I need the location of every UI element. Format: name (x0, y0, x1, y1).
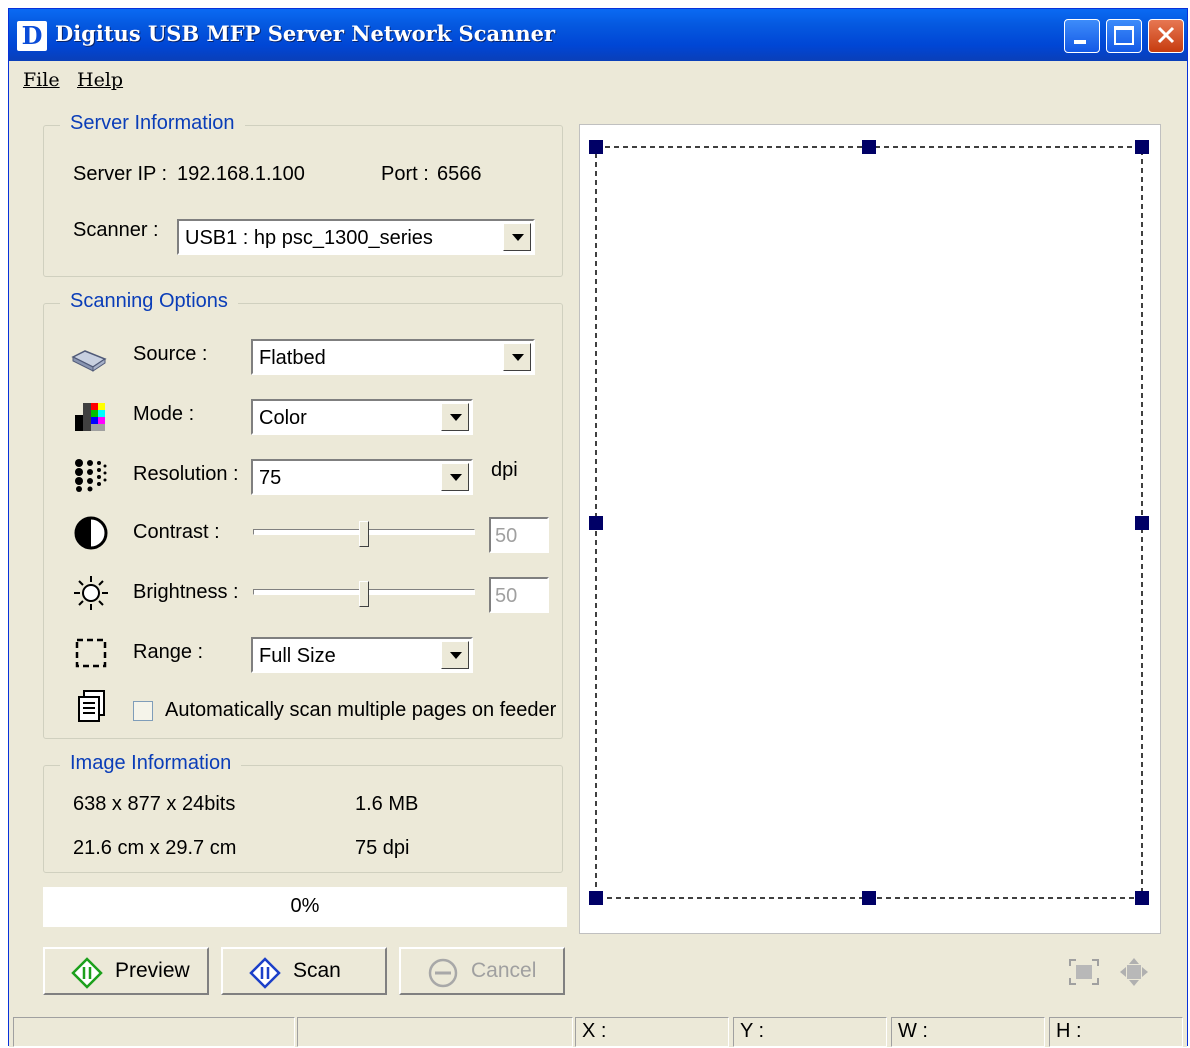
resize-handle[interactable] (1135, 140, 1149, 154)
range-select-value: Full Size (259, 645, 336, 667)
resolution-icon (75, 459, 107, 492)
preview-icon (71, 957, 103, 989)
resize-handle[interactable] (1135, 516, 1149, 530)
image-pixels: 638 x 877 x 24bits (73, 793, 236, 815)
source-select[interactable]: Flatbed (251, 339, 535, 375)
resize-handle[interactable] (589, 891, 603, 905)
status-x: X : (575, 1017, 729, 1047)
scan-button[interactable]: Scan (221, 947, 387, 995)
cancel-button[interactable]: Cancel (399, 947, 565, 995)
close-button[interactable] (1148, 19, 1184, 53)
multi-page-icon (78, 690, 105, 722)
contrast-slider-thumb[interactable] (359, 521, 369, 547)
window-title: Digitus USB MFP Server Network Scanner (55, 21, 556, 46)
server-ip-label: Server IP : (73, 163, 168, 185)
menu-help[interactable]: Help (77, 69, 123, 91)
scanner-select[interactable]: USB1 : hp psc_1300_series (177, 219, 535, 255)
brightness-icon (74, 576, 108, 610)
menu-file[interactable]: File (23, 69, 60, 91)
fit-selection-icon[interactable] (1069, 959, 1099, 985)
resize-handle[interactable] (589, 140, 603, 154)
scan-progress-bar: 0% (43, 887, 567, 927)
range-label: Range : (133, 641, 204, 663)
resize-handle[interactable] (589, 516, 603, 530)
selection-frame[interactable] (580, 125, 1160, 933)
color-mode-icon (75, 403, 105, 431)
status-y: Y : (733, 1017, 887, 1047)
chevron-down-icon[interactable] (503, 343, 531, 371)
server-information-title: Server Information (60, 112, 245, 135)
range-select[interactable]: Full Size (251, 637, 473, 673)
scanner-select-value: USB1 : hp psc_1300_series (185, 227, 433, 249)
status-cell-2 (297, 1017, 573, 1047)
mode-select-value: Color (259, 407, 307, 429)
maximize-button[interactable] (1106, 19, 1142, 53)
image-file-size: 1.6 MB (355, 793, 419, 815)
brightness-slider-thumb[interactable] (359, 581, 369, 607)
chevron-down-icon[interactable] (441, 403, 469, 431)
scan-progress-text: 0% (290, 895, 320, 917)
resize-handle[interactable] (862, 891, 876, 905)
server-ip-value: 192.168.1.100 (177, 163, 305, 185)
scanner-label: Scanner : (73, 219, 159, 241)
range-icon (75, 638, 107, 668)
contrast-icon (74, 516, 108, 550)
mode-label: Mode : (133, 403, 195, 425)
scan-preview-area[interactable] (579, 124, 1161, 934)
resize-handle[interactable] (1135, 891, 1149, 905)
brightness-slider[interactable] (253, 581, 475, 607)
scanner-source-icon (71, 350, 107, 372)
status-cell-1 (13, 1017, 295, 1047)
port-value: 6566 (437, 163, 482, 185)
chevron-down-icon[interactable] (441, 463, 469, 491)
scanning-options-title: Scanning Options (60, 290, 238, 313)
image-information-title: Image Information (60, 752, 242, 775)
source-select-value: Flatbed (259, 347, 326, 369)
port-label: Port : (381, 163, 429, 185)
preview-button[interactable]: Preview (43, 947, 209, 995)
chevron-down-icon[interactable] (503, 223, 531, 251)
contrast-label: Contrast : (133, 521, 220, 543)
resolution-select-value: 75 (259, 467, 282, 489)
image-dimensions: 21.6 cm x 29.7 cm (73, 837, 237, 859)
brightness-value-field: 50 (489, 577, 549, 613)
cancel-icon (428, 958, 458, 988)
minimize-button[interactable] (1064, 19, 1100, 53)
status-w: W : (891, 1017, 1045, 1047)
mode-select[interactable]: Color (251, 399, 473, 435)
resolution-select[interactable]: 75 (251, 459, 473, 495)
status-bar: X : Y : W : H : (9, 1015, 1187, 1047)
resolution-label: Resolution : (133, 463, 239, 485)
source-label: Source : (133, 343, 208, 365)
zoom-icon[interactable] (1119, 957, 1149, 987)
contrast-value-field: 50 (489, 517, 549, 553)
brightness-label: Brightness : (133, 581, 239, 603)
contrast-slider[interactable] (253, 521, 475, 547)
auto-scan-checkbox[interactable] (133, 701, 153, 721)
chevron-down-icon[interactable] (441, 641, 469, 669)
status-h: H : (1049, 1017, 1183, 1047)
image-dpi: 75 dpi (355, 837, 410, 859)
menu-bar: File Help (9, 61, 1187, 97)
resolution-unit: dpi (491, 459, 518, 481)
title-bar[interactable]: D Digitus USB MFP Server Network Scanner (9, 9, 1187, 61)
scan-icon (249, 957, 281, 989)
resize-handle[interactable] (862, 140, 876, 154)
auto-scan-label[interactable]: Automatically scan multiple pages on fee… (165, 699, 556, 722)
app-logo-icon: D (17, 21, 47, 51)
scanner-window: D Digitus USB MFP Server Network Scanner… (8, 8, 1188, 1047)
